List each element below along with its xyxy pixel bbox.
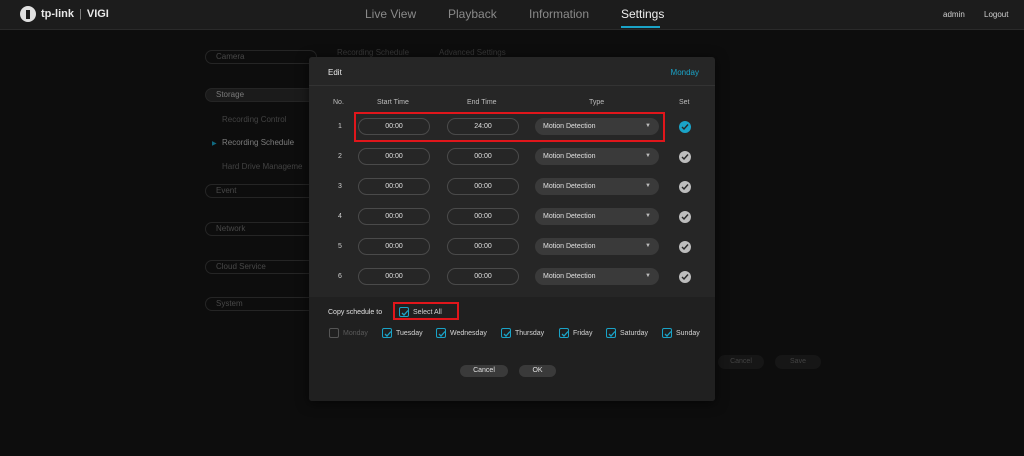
day-label-monday: Monday	[343, 330, 368, 337]
check-icon	[608, 331, 616, 337]
header-type: Type	[589, 99, 605, 106]
day-checkbox-wednesday[interactable]	[436, 328, 446, 338]
day-checkbox-tuesday[interactable]	[382, 328, 392, 338]
row-number: 1	[338, 123, 342, 130]
dialog-day-label: Monday	[670, 68, 699, 77]
day-checkbox-thursday[interactable]	[501, 328, 511, 338]
row-number: 3	[338, 183, 342, 190]
start-time-input[interactable]: 00:00	[358, 208, 430, 225]
caret-down-icon: ▼	[645, 153, 651, 159]
header-set: Set	[679, 99, 690, 106]
type-dropdown-value: Motion Detection	[543, 273, 596, 280]
nav-settings[interactable]: Settings	[621, 7, 664, 21]
end-time-input[interactable]: 00:00	[447, 238, 519, 255]
check-icon	[681, 184, 689, 191]
day-label-wednesday: Wednesday	[450, 330, 487, 337]
header-start-time: Start Time	[377, 99, 409, 106]
check-icon	[438, 331, 446, 337]
top-navigation-bar: tp-link | VIGI Live View Playback Inform…	[0, 0, 1024, 30]
select-all-label[interactable]: Select All	[413, 309, 442, 316]
day-checkbox-saturday[interactable]	[606, 328, 616, 338]
select-all-checkbox[interactable]	[399, 307, 409, 317]
check-icon	[681, 244, 689, 251]
day-label-saturday: Saturday	[620, 330, 649, 337]
header-no: No.	[333, 99, 344, 106]
day-checkbox-friday[interactable]	[559, 328, 569, 338]
check-icon	[384, 331, 392, 337]
edit-schedule-dialog: Edit Monday No. Start Time End Time Type…	[309, 57, 715, 401]
logout-link[interactable]: Logout	[984, 10, 1008, 19]
check-icon	[561, 331, 569, 337]
day-label-thursday: Thursday	[515, 330, 545, 337]
row-number: 5	[338, 243, 342, 250]
type-dropdown-value: Motion Detection	[543, 153, 596, 160]
check-icon	[503, 331, 511, 337]
type-dropdown[interactable]: Motion Detection ▼	[535, 178, 659, 195]
caret-down-icon: ▼	[645, 213, 651, 219]
day-checkbox-sunday[interactable]	[662, 328, 672, 338]
set-toggle[interactable]	[679, 121, 691, 133]
header-end-time: End Time	[467, 99, 497, 106]
start-time-input[interactable]: 00:00	[358, 178, 430, 195]
day-checkbox-monday	[329, 328, 339, 338]
username-link[interactable]: admin	[943, 10, 965, 19]
caret-down-icon: ▼	[645, 273, 651, 279]
row-number: 6	[338, 273, 342, 280]
check-icon	[681, 214, 689, 221]
type-dropdown-value: Motion Detection	[543, 183, 596, 190]
main-nav: Live View Playback Information Settings	[0, 0, 1024, 30]
type-dropdown[interactable]: Motion Detection ▼	[535, 208, 659, 225]
dialog-title: Edit	[328, 68, 342, 77]
nav-playback[interactable]: Playback	[448, 7, 497, 21]
type-dropdown[interactable]: Motion Detection ▼	[535, 148, 659, 165]
highlight-box-row-1	[354, 112, 665, 142]
end-time-input[interactable]: 00:00	[447, 268, 519, 285]
day-label-sunday: Sunday	[676, 330, 700, 337]
dialog-divider	[309, 85, 715, 86]
row-number: 2	[338, 153, 342, 160]
copy-schedule-label: Copy schedule to	[328, 309, 383, 316]
set-toggle[interactable]	[679, 271, 691, 283]
check-icon	[681, 154, 689, 161]
end-time-input[interactable]: 00:00	[447, 148, 519, 165]
type-dropdown[interactable]: Motion Detection ▼	[535, 238, 659, 255]
start-time-input[interactable]: 00:00	[358, 148, 430, 165]
type-dropdown-value: Motion Detection	[543, 243, 596, 250]
caret-down-icon: ▼	[645, 183, 651, 189]
type-dropdown[interactable]: Motion Detection ▼	[535, 268, 659, 285]
set-toggle[interactable]	[679, 211, 691, 223]
nav-information[interactable]: Information	[529, 7, 589, 21]
set-toggle[interactable]	[679, 181, 691, 193]
end-time-input[interactable]: 00:00	[447, 178, 519, 195]
check-icon	[401, 310, 409, 316]
start-time-input[interactable]: 00:00	[358, 268, 430, 285]
type-dropdown-value: Motion Detection	[543, 213, 596, 220]
cancel-button[interactable]: Cancel	[460, 365, 508, 377]
check-icon	[664, 331, 672, 337]
day-label-friday: Friday	[573, 330, 593, 337]
set-toggle[interactable]	[679, 241, 691, 253]
check-icon	[681, 274, 689, 281]
start-time-input[interactable]: 00:00	[358, 238, 430, 255]
row-number: 4	[338, 213, 342, 220]
nav-live-view[interactable]: Live View	[365, 7, 416, 21]
caret-down-icon: ▼	[645, 243, 651, 249]
copy-schedule-section: Copy schedule to Select All Monday Tuesd…	[309, 297, 715, 401]
set-toggle[interactable]	[679, 151, 691, 163]
end-time-input[interactable]: 00:00	[447, 208, 519, 225]
nav-active-indicator	[621, 26, 660, 28]
day-label-tuesday: Tuesday	[396, 330, 423, 337]
check-icon	[681, 124, 689, 131]
ok-button[interactable]: OK	[519, 365, 556, 377]
